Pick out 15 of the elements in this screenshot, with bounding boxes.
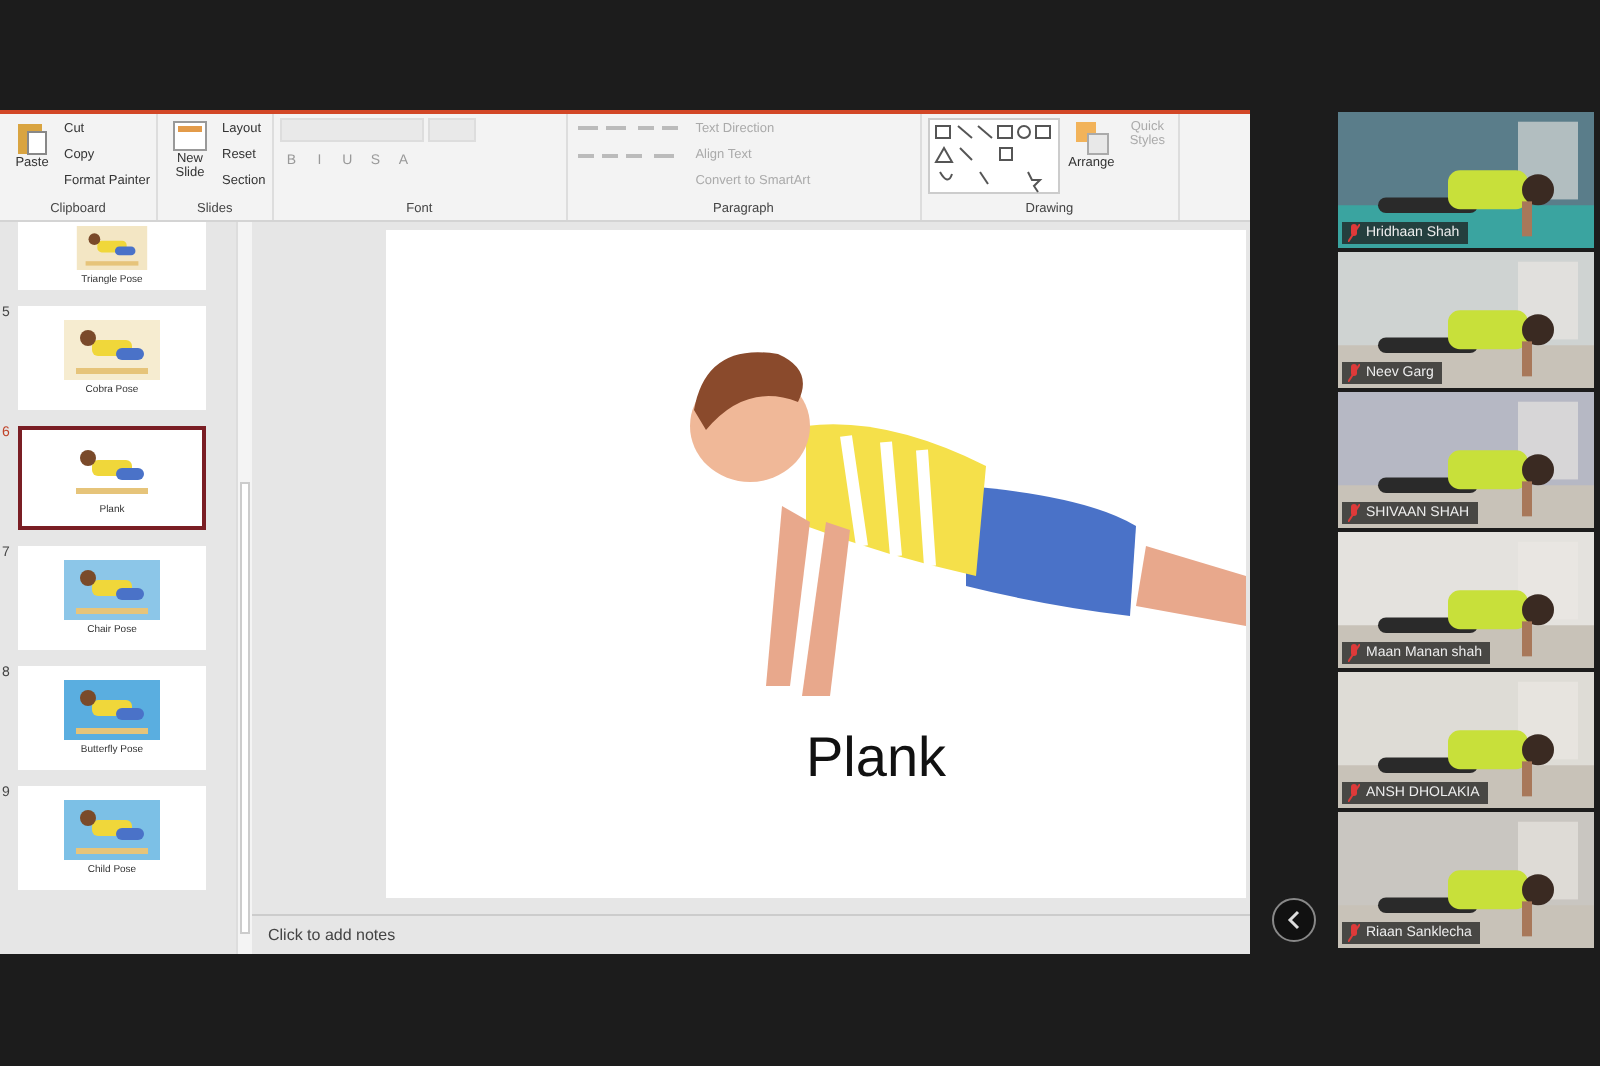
shapes-gallery[interactable] (927, 118, 1060, 194)
chevron-left-icon (1286, 910, 1302, 930)
scrollbar[interactable] (236, 222, 252, 954)
arrange-icon (1073, 120, 1110, 156)
muted-mic-icon (1348, 644, 1360, 662)
collapse-button[interactable] (1272, 898, 1316, 942)
muted-mic-icon (1348, 784, 1360, 802)
notes-field[interactable]: Click to add notes (252, 914, 1250, 954)
slide-title: Plank (805, 726, 947, 790)
muted-mic-icon (1348, 504, 1360, 522)
muted-mic-icon (1348, 224, 1360, 242)
clipboard-icon (16, 120, 48, 156)
slide-icon (172, 120, 208, 152)
muted-mic-icon (1348, 924, 1360, 942)
muted-mic-icon (1348, 364, 1360, 382)
